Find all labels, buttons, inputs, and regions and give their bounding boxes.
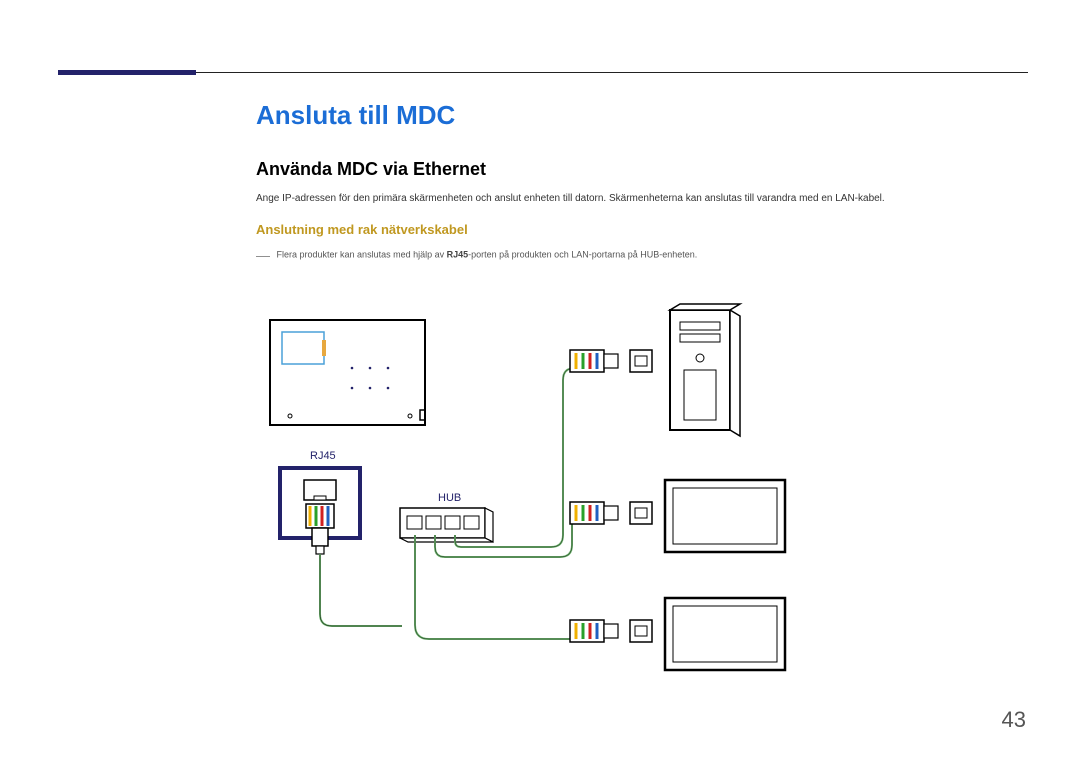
cable-1 — [320, 554, 402, 626]
note-text-bold: RJ45 — [447, 249, 469, 259]
header-accent — [58, 70, 196, 75]
heading-1: Ansluta till MDC — [256, 100, 1028, 131]
rj45-connector-d2-icon — [570, 620, 652, 642]
connection-diagram: RJ45 HUB — [270, 310, 830, 710]
rj45-connector-pc-icon — [570, 350, 652, 372]
dash-icon: ― — [256, 247, 270, 263]
rj45-connector-d1-icon — [570, 502, 652, 524]
note-text-pre: Flera produkter kan anslutas med hjälp a… — [277, 249, 447, 259]
cable-to-display3 — [415, 535, 583, 639]
label-hub: HUB — [438, 492, 461, 504]
header-rule — [58, 72, 1028, 73]
hub-icon — [400, 508, 493, 542]
note-text-post: -porten på produkten och LAN-portarna på… — [468, 249, 697, 259]
monitor-back-icon — [270, 320, 425, 425]
footnote: ― Flera produkter kan anslutas med hjälp… — [256, 247, 1028, 263]
rj45-plug-icon — [306, 504, 334, 554]
label-rj45: RJ45 — [310, 450, 336, 462]
display-2-icon — [665, 598, 785, 670]
pc-tower-icon — [670, 304, 740, 436]
intro-paragraph: Ange IP-adressen för den primära skärmen… — [256, 192, 1028, 206]
heading-2: Använda MDC via Ethernet — [256, 159, 1028, 180]
page-number: 43 — [1002, 707, 1026, 733]
heading-3: Anslutning med rak nätverkskabel — [256, 222, 1028, 237]
diagram-svg — [270, 310, 830, 710]
display-1-icon — [665, 480, 785, 552]
content-area: Ansluta till MDC Använda MDC via Etherne… — [256, 100, 1028, 273]
